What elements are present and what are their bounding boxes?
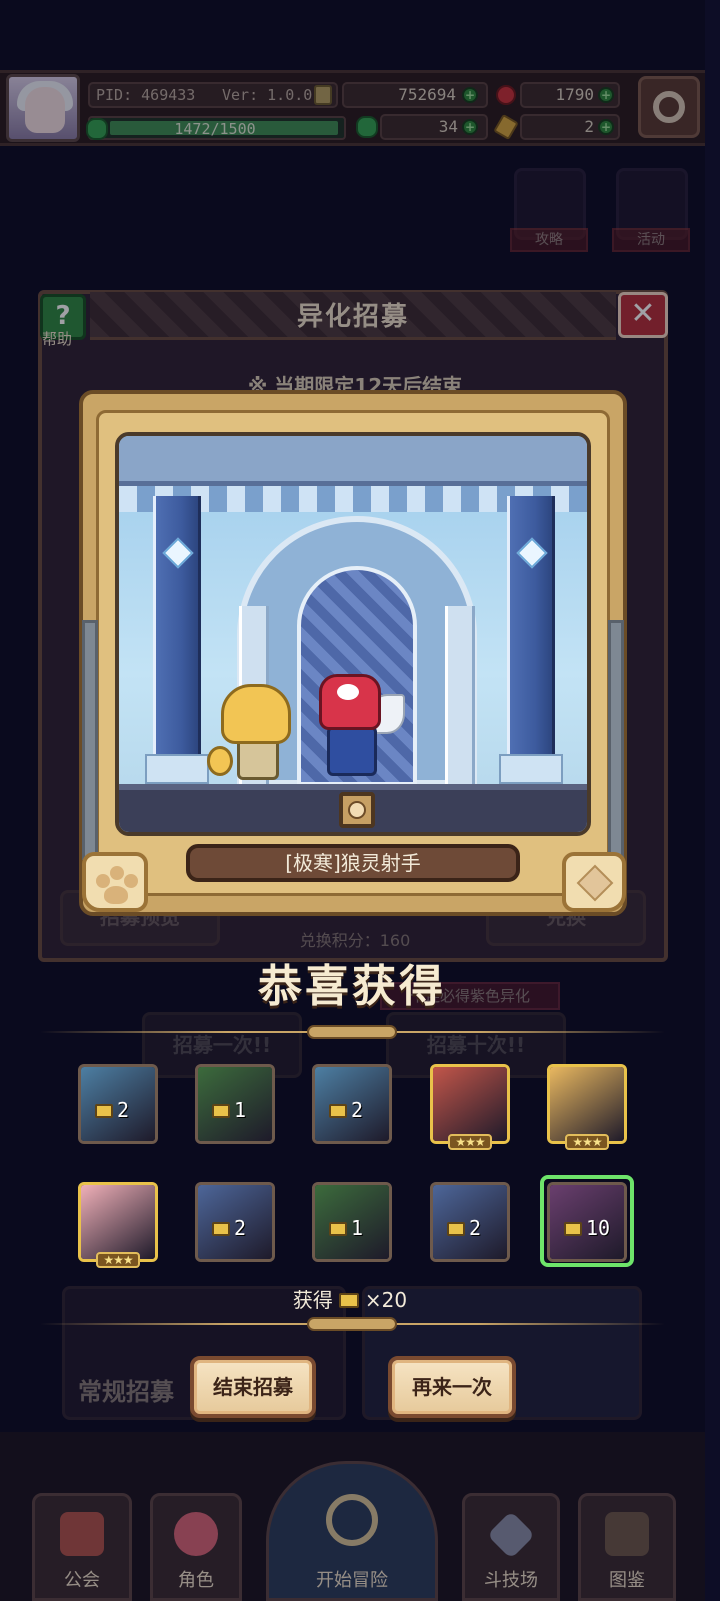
obtained-summary: 获得 ×20 (250, 1284, 450, 1313)
character-name-plate: [极寒]狼灵射手 (186, 844, 520, 882)
obtained-count: ×20 (364, 1288, 408, 1312)
frame-right-rail (608, 620, 624, 860)
selection-highlight (540, 1175, 634, 1267)
divider-ornament (307, 1317, 397, 1331)
reward-count: 2 (443, 1215, 485, 1241)
reward-card[interactable]: 2 (195, 1182, 275, 1262)
reward-card[interactable]: 2 (430, 1182, 510, 1262)
reward-character-portrait (550, 1067, 624, 1141)
reward-character-portrait (81, 1185, 155, 1259)
character-scene (115, 432, 591, 836)
reward-card[interactable]: 1 (312, 1182, 392, 1262)
folder-icon (338, 1293, 359, 1308)
reward-count: 2 (91, 1097, 133, 1123)
star-rating: ★★★ (448, 1134, 492, 1150)
folder-icon (447, 1222, 465, 1236)
reward-card[interactable]: 2 (78, 1064, 158, 1144)
obtained-label: 获得 (292, 1288, 333, 1312)
reward-card[interactable]: 2 (312, 1064, 392, 1144)
reward-card[interactable]: 1 (195, 1064, 275, 1144)
folder-icon (95, 1104, 113, 1118)
reward-character-portrait (433, 1067, 507, 1141)
reward-card-character[interactable] (547, 1064, 627, 1144)
congrats-title: 恭喜获得 (258, 961, 446, 1012)
reward-count: 2 (325, 1097, 367, 1123)
folder-icon (329, 1104, 347, 1118)
element-medallion-icon (339, 792, 375, 828)
heart-crest-icon (562, 852, 626, 912)
reward-card-character[interactable] (78, 1182, 158, 1262)
reward-count: 1 (325, 1215, 367, 1241)
reward-count: 1 (208, 1097, 250, 1123)
star-rating: ★★★ (96, 1252, 140, 1268)
reward-count: 2 (208, 1215, 250, 1241)
star-rating: ★★★ (565, 1134, 609, 1150)
divider-ornament (307, 1025, 397, 1039)
end-recruit-button[interactable]: 结束招募 (190, 1356, 316, 1418)
folder-icon (212, 1104, 230, 1118)
folder-icon (329, 1222, 347, 1236)
recruit-again-button[interactable]: 再来一次 (388, 1356, 516, 1418)
folder-icon (212, 1222, 230, 1236)
paw-icon (82, 852, 148, 912)
frame-left-rail (82, 620, 98, 860)
reward-card-character[interactable] (430, 1064, 510, 1144)
